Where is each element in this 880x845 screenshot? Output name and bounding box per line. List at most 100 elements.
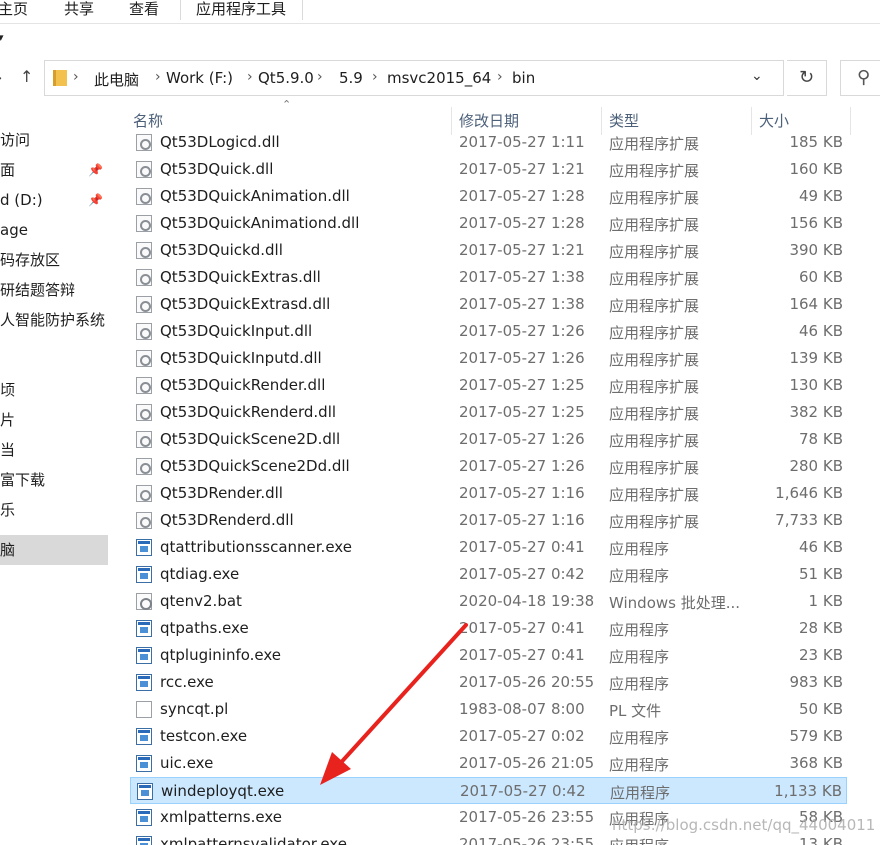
sidebar-item-quick-access[interactable]: 访问 — [0, 125, 108, 155]
sidebar-item-label: 顷 — [0, 381, 16, 399]
chevron-right-icon[interactable]: › — [372, 69, 378, 85]
file-row[interactable]: Qt53DQuickScene2D.dll 2017-05-27 1:26 应用程序… — [130, 426, 847, 453]
file-size: 983 KB — [789, 673, 843, 691]
chevron-right-icon[interactable]: › — [155, 69, 161, 85]
file-row[interactable]: windeployqt.exe 2017-05-27 0:42 应用程序 1,133 … — [130, 777, 847, 804]
ribbon-divider — [180, 0, 181, 20]
sidebar-item-label: 片 — [0, 411, 16, 429]
sidebar-item-pictures[interactable]: 片 — [0, 405, 108, 435]
chevron-right-icon[interactable]: › — [247, 69, 253, 85]
file-row[interactable]: syncqt.pl 1983-08-07 8:00 PL 文件 50 KB — [130, 696, 847, 723]
sidebar-item-label: age — [0, 221, 28, 239]
file-name: Qt53DQuickExtras.dll — [160, 268, 321, 286]
file-row[interactable]: Qt53DQuickRender.dll 2017-05-27 1:25 应用程序扩… — [130, 372, 847, 399]
exe-app-icon — [136, 620, 152, 637]
file-row[interactable]: Qt53DQuickInput.dll 2017-05-27 1:26 应用程序扩展… — [130, 318, 847, 345]
file-row[interactable]: Qt53DQuickInputd.dll 2017-05-27 1:26 应用程序扩… — [130, 345, 847, 372]
file-row[interactable]: Qt53DLogicd.dll 2017-05-27 1:11 应用程序扩展 185 … — [130, 129, 847, 156]
file-row[interactable]: Qt53DQuickRenderd.dll 2017-05-27 1:25 应用程序… — [130, 399, 847, 426]
breadcrumb-59[interactable]: 5.9 — [339, 69, 363, 87]
file-size: 50 KB — [799, 700, 843, 718]
file-size: 46 KB — [799, 322, 843, 340]
file-type: 应用程序扩展 — [609, 135, 700, 153]
file-row[interactable]: Qt53DQuickAnimation.dll 2017-05-27 1:28 应用… — [130, 183, 847, 210]
file-row[interactable]: qtattributionsscanner.exe 2017-05-27 0:41… — [130, 534, 847, 561]
file-name: qtpaths.exe — [160, 619, 249, 637]
file-size: 382 KB — [789, 403, 843, 421]
refresh-button[interactable]: ↻ — [787, 60, 827, 96]
sidebar-item-videos[interactable]: 顷 — [0, 375, 108, 405]
sidebar-item-code-storage[interactable]: 码存放区 — [0, 245, 108, 275]
file-row[interactable]: Qt53DQuickExtrasd.dll 2017-05-27 1:38 应用程序… — [130, 291, 847, 318]
file-size: 130 KB — [789, 376, 843, 394]
navigation-pane: 访问 面 📌 d (D:) 📌 age 码存放区 研结题答辩 人智能防护系统 顷 片… — [0, 110, 108, 845]
file-row[interactable]: Qt53DQuickAnimationd.dll 2017-05-27 1:28 应… — [130, 210, 847, 237]
file-type: Windows 批处理... — [609, 594, 741, 612]
dll-file-icon — [136, 134, 152, 151]
tab-app-tools[interactable]: 应用程序工具 — [196, 0, 286, 20]
breadcrumb-this-pc[interactable]: 此电脑 — [94, 69, 139, 90]
tab-home[interactable]: 主页 — [0, 0, 28, 20]
file-row[interactable]: Qt53DRender.dll 2017-05-27 1:16 应用程序扩展 1,64… — [130, 480, 847, 507]
tab-view[interactable]: 查看 — [129, 0, 159, 20]
breadcrumb-qt590[interactable]: Qt5.9.0 — [258, 69, 314, 87]
expand-ribbon-icon[interactable]: ▾ — [0, 31, 4, 44]
file-row[interactable]: qtplugininfo.exe 2017-05-27 0:41 应用程序 23 KB — [130, 642, 847, 669]
chevron-right-icon[interactable]: › — [497, 69, 503, 85]
up-arrow-icon[interactable]: ↑ — [20, 67, 33, 86]
breadcrumb-work-drive[interactable]: Work (F:) — [166, 69, 233, 87]
file-row[interactable]: qtenv2.bat 2020-04-18 19:38 Windows 批处理...… — [130, 588, 847, 615]
dll-file-icon — [136, 296, 152, 313]
search-input[interactable]: ⚲ — [840, 60, 880, 96]
file-row[interactable]: Qt53DQuickScene2Dd.dll 2017-05-27 1:26 应用程… — [130, 453, 847, 480]
sidebar-item-age[interactable]: age — [0, 215, 108, 245]
file-row[interactable]: uic.exe 2017-05-26 21:05 应用程序 368 KB — [130, 750, 847, 777]
exe-app-icon — [136, 674, 152, 691]
chevron-right-icon[interactable]: › — [73, 69, 79, 85]
address-bar[interactable]: › 此电脑 › Work (F:) › Qt5.9.0 › 5.9 › msvc… — [44, 60, 784, 96]
exe-app-icon — [136, 728, 152, 745]
file-row[interactable]: Qt53DQuick.dll 2017-05-27 1:21 应用程序扩展 160 K… — [130, 156, 847, 183]
sidebar-item-documents[interactable]: 当 — [0, 435, 108, 465]
file-size: 13 KB — [799, 835, 843, 845]
ribbon-collapsed — [0, 25, 880, 55]
file-size: 139 KB — [789, 349, 843, 367]
breadcrumb-msvc2015-64[interactable]: msvc2015_64 — [387, 69, 491, 87]
chevron-right-icon[interactable]: › — [317, 69, 323, 85]
sidebar-item-defense[interactable]: 研结题答辩 — [0, 275, 108, 305]
file-row[interactable]: testcon.exe 2017-05-27 0:02 应用程序 579 KB — [130, 723, 847, 750]
file-row[interactable]: rcc.exe 2017-05-26 20:55 应用程序 983 KB — [130, 669, 847, 696]
sidebar-item-label: 富下载 — [0, 471, 46, 489]
file-type: 应用程序扩展 — [609, 162, 700, 180]
sidebar-item-drive-d[interactable]: d (D:) 📌 — [0, 185, 108, 215]
breadcrumb-bin[interactable]: bin — [512, 69, 535, 87]
sidebar-item-music[interactable]: 乐 — [0, 495, 108, 525]
file-row[interactable]: Qt53DQuickd.dll 2017-05-27 1:21 应用程序扩展 390 … — [130, 237, 847, 264]
file-row[interactable]: qtdiag.exe 2017-05-27 0:42 应用程序 51 KB — [130, 561, 847, 588]
file-row[interactable]: Qt53DRenderd.dll 2017-05-27 1:16 应用程序扩展 7,7… — [130, 507, 847, 534]
exe-app-icon — [137, 783, 153, 800]
file-size: 164 KB — [789, 295, 843, 313]
file-type: 应用程序扩展 — [609, 405, 700, 423]
file-date: 2017-05-27 1:26 — [459, 430, 585, 448]
address-history-dropdown-icon[interactable]: ⌄ — [751, 68, 763, 84]
sidebar-item-protection-system[interactable]: 人智能防护系统 — [0, 305, 108, 335]
sidebar-item-downloads[interactable]: 富下载 — [0, 465, 108, 495]
file-type: 应用程序 — [609, 567, 670, 585]
file-date: 2017-05-27 0:41 — [459, 646, 585, 664]
sidebar-item-this-pc[interactable]: 脑 — [0, 535, 108, 565]
sidebar-item-desktop[interactable]: 面 📌 — [0, 155, 108, 185]
file-size: 280 KB — [789, 457, 843, 475]
watermark: https://blog.csdn.net/qq_44004011 — [612, 816, 876, 834]
column-divider[interactable] — [850, 107, 851, 135]
file-date: 1983-08-07 8:00 — [459, 700, 585, 718]
file-type: 应用程序扩展 — [609, 324, 700, 342]
file-row[interactable]: Qt53DQuickExtras.dll 2017-05-27 1:38 应用程序扩… — [130, 264, 847, 291]
dll-file-icon — [136, 242, 152, 259]
tab-share[interactable]: 共享 — [64, 0, 94, 20]
forward-icon[interactable]: › — [0, 68, 2, 87]
dll-file-icon — [136, 512, 152, 529]
file-row[interactable]: qtpaths.exe 2017-05-27 0:41 应用程序 28 KB — [130, 615, 847, 642]
file-date: 2017-05-27 1:38 — [459, 268, 585, 286]
file-date: 2017-05-27 0:02 — [459, 727, 585, 745]
